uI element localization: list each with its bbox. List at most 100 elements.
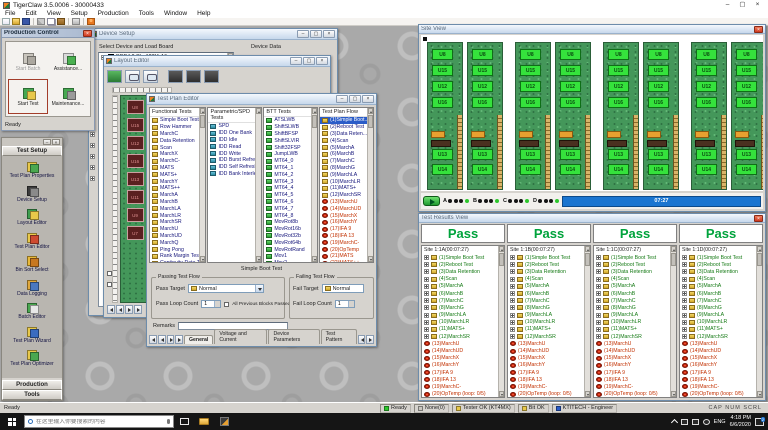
close-icon[interactable]: × [323, 30, 335, 38]
test-setup-header[interactable]: Test Setup [2, 146, 62, 156]
test-results-titlebar[interactable]: Test Results View × [419, 214, 765, 223]
expander-icon[interactable] [510, 255, 515, 260]
layout-chip[interactable]: U9 [127, 208, 144, 222]
expander-icon[interactable] [510, 291, 515, 296]
result-row[interactable]: (13)MarchU [508, 340, 584, 347]
expander-icon[interactable] [682, 262, 687, 267]
result-row[interactable]: (3)Data Retention [422, 268, 498, 275]
result-row[interactable]: (10)MarchLR [422, 319, 498, 326]
dram-chip[interactable]: U8 [432, 49, 453, 60]
result-row[interactable]: (1)Simple Boot Test [422, 254, 498, 261]
flow-item[interactable]: (19)MarchC- [320, 239, 367, 246]
dram-chip[interactable]: U16 [608, 97, 629, 108]
layout-chip[interactable]: U13 [127, 172, 144, 186]
result-row[interactable]: (1)Simple Boot Test [680, 254, 756, 261]
nav-next-icon[interactable] [167, 335, 175, 344]
toolbar-button-icon[interactable] [57, 18, 65, 25]
action-center-icon[interactable]: 2 [755, 418, 764, 426]
result-row[interactable]: (14)MarchUD [594, 347, 670, 354]
dram-chip[interactable]: U16 [520, 97, 541, 108]
flow-item[interactable]: (9)MarchLA [320, 171, 367, 178]
play-icon[interactable] [423, 196, 440, 206]
flow-item[interactable]: (22)MATS++ [320, 260, 367, 262]
layout-chip[interactable]: U7 [127, 226, 144, 240]
close-icon[interactable]: × [754, 26, 763, 33]
expander-icon[interactable] [682, 255, 687, 260]
result-row[interactable]: (9)MarchLA [422, 312, 498, 319]
menu-item[interactable]: File [0, 10, 20, 18]
checkbox[interactable] [107, 282, 112, 287]
close-icon[interactable]: × [754, 215, 763, 222]
result-row[interactable]: (8)MarchG [594, 304, 670, 311]
expander-icon[interactable] [682, 313, 687, 318]
detail-tab[interactable]: General [184, 335, 213, 344]
result-row[interactable]: (1)Simple Boot Test [508, 254, 584, 261]
expander-icon[interactable] [596, 269, 601, 274]
toolbar-button-icon[interactable] [83, 18, 84, 25]
menu-item[interactable]: View [42, 10, 66, 18]
result-row[interactable]: (19)MarchC- [594, 383, 670, 390]
menu-item[interactable]: Tools [134, 10, 159, 18]
test-item[interactable]: MT64_0 [264, 158, 311, 165]
dram-chip[interactable]: U15 [472, 65, 493, 76]
close-icon[interactable]: × [750, 0, 765, 10]
result-row[interactable]: (11)MATS+ [422, 326, 498, 333]
expander-icon[interactable] [510, 298, 515, 303]
result-row[interactable]: (5)MarchA [508, 283, 584, 290]
expander-icon[interactable] [424, 327, 429, 332]
expander-icon[interactable] [682, 284, 687, 289]
dram-chip[interactable]: U13 [472, 149, 493, 160]
result-row[interactable]: (17)IFA 9 [422, 369, 498, 376]
nav-last-icon[interactable] [175, 335, 183, 344]
nav-first-icon[interactable] [107, 305, 115, 314]
dram-chip[interactable]: U16 [472, 97, 493, 108]
test-item[interactable]: MovRot32b [264, 233, 311, 240]
result-row[interactable]: (15)MarchX [680, 355, 756, 362]
result-row[interactable]: (14)MarchUD [680, 347, 756, 354]
flow-item[interactable]: (2)Reboot Test [320, 124, 367, 131]
result-row[interactable]: (15)MarchX [508, 355, 584, 362]
result-row[interactable]: (17)IFA 9 [680, 369, 756, 376]
test-item[interactable]: MovRot8b [264, 219, 311, 226]
result-row[interactable]: (18)IFA 13 [508, 376, 584, 383]
dimm-card[interactable]: U8U15U12U16 U13U14 [603, 42, 639, 190]
result-row[interactable]: (7)MarchC [508, 297, 584, 304]
dropdown-arrow-icon[interactable] [255, 285, 263, 292]
result-row[interactable]: (10)MarchLR [680, 319, 756, 326]
scrollbar[interactable] [670, 246, 676, 397]
dimm-view-button[interactable] [107, 70, 122, 83]
checkbox[interactable] [107, 271, 112, 276]
microphone-icon[interactable] [167, 419, 170, 424]
expander-icon[interactable] [682, 277, 687, 282]
fail-loop-spinner[interactable]: 1 [335, 300, 355, 308]
result-row[interactable]: (4)Scan [594, 276, 670, 283]
dram-chip[interactable]: U13 [696, 149, 717, 160]
test-item[interactable]: MarchSR [150, 219, 199, 226]
test-item[interactable]: MATS++ [150, 185, 199, 192]
scrollbar[interactable] [756, 246, 762, 397]
dram-chip[interactable]: U14 [608, 164, 629, 175]
tab-scroll-left-icon[interactable] [358, 335, 366, 344]
result-row[interactable]: (2)Reboot Test [594, 261, 670, 268]
dram-chip[interactable]: U12 [520, 81, 541, 92]
menu-item[interactable]: Window [159, 10, 192, 18]
nav-last-icon[interactable] [134, 305, 142, 314]
result-row[interactable]: (9)MarchLA [680, 312, 756, 319]
dram-chip[interactable]: U15 [648, 65, 669, 76]
result-row[interactable]: (18)IFA 13 [680, 376, 756, 383]
expander-icon[interactable] [596, 255, 601, 260]
dimm-card[interactable]: U8U15U12U16 U13U14 [691, 42, 727, 190]
flow-item[interactable]: (21)MATS [320, 253, 367, 260]
scrollbar[interactable] [498, 246, 504, 397]
production-button[interactable]: Start Batch [8, 44, 48, 79]
test-item[interactable]: Data Retention [150, 137, 199, 144]
test-item[interactable]: Mov1 [264, 253, 311, 260]
test-item[interactable]: MT64_3 [264, 178, 311, 185]
result-row[interactable]: (9)MarchLA [508, 312, 584, 319]
close-icon[interactable]: × [52, 139, 60, 145]
expander-icon[interactable] [596, 305, 601, 310]
expander-icon[interactable] [424, 269, 429, 274]
toolbar-button-icon[interactable] [47, 18, 55, 25]
layout-chip[interactable]: U16 [127, 154, 144, 168]
volume-icon[interactable] [703, 419, 710, 425]
